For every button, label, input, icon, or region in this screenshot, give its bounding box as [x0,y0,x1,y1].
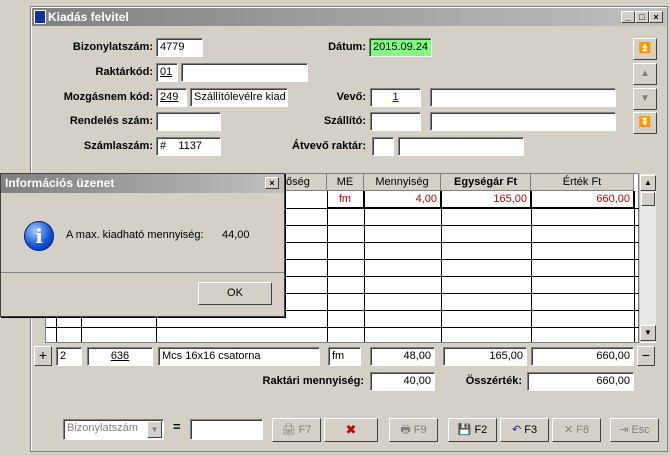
grid-header-me: ME [327,174,364,191]
printer-icon: 🖶 [400,424,414,436]
remove-row-button[interactable]: − [637,346,655,366]
entry-sor-field[interactable]: 2 [56,347,82,366]
scroll-up-icon[interactable]: ▲ [640,175,656,191]
ok-button[interactable]: OK [198,282,272,305]
maximize-button[interactable]: □ [635,11,649,23]
add-row-button[interactable]: + [34,346,52,366]
scroll-down-icon[interactable]: ▼ [640,325,656,341]
row1-me[interactable]: fm [327,191,364,208]
next-record-icon[interactable]: ▼ [633,88,657,110]
grid-header-egysegar: Egységár Ft [441,174,531,191]
vevo-label: Vevő: [336,91,366,103]
chevron-down-icon[interactable]: ▼ [147,421,162,438]
close-button[interactable]: × [649,11,663,23]
vevo-kod-field[interactable]: 1 [370,88,421,107]
dialog-divider [1,272,284,273]
dialog-close-button[interactable]: × [265,177,279,189]
equals-sign: = [173,419,181,434]
entry-megnevezes-field[interactable]: Mcs 16x16 csatorna [158,347,320,366]
atvevo-name-field[interactable] [398,137,524,156]
search-value-field[interactable] [190,419,263,440]
raktari-label: Raktári mennyiség: [262,375,364,387]
mozgasnem-label: Mozgásnem kód: [63,91,153,103]
prev-record-icon[interactable]: ▲ [633,63,657,85]
atvevo-kod-field[interactable] [372,137,394,156]
f7-button[interactable]: 🖨 F7 [272,418,321,442]
info-icon: i [24,221,54,251]
grid-column-line [364,191,365,342]
save-icon: 💾 [457,424,475,436]
first-record-icon[interactable]: ⏫ [633,38,657,60]
grid-column-line [327,191,328,342]
raktarkod-field[interactable]: 01 [156,63,178,82]
search-button[interactable]: ✖ [324,418,378,442]
row1-egysegar[interactable]: 165,00 [441,191,531,208]
entry-mennyiseg-field[interactable]: 48,00 [370,347,435,366]
last-record-icon[interactable]: ⏬ [633,112,657,134]
szallito-label: Szállító: [323,115,366,127]
szamlaszam-field[interactable]: # 1137 [156,137,221,156]
osszertek-field[interactable]: 660,00 [527,372,634,391]
grid-row-line [46,327,639,328]
undo-f3-button[interactable]: ↶ F3 [500,418,549,442]
app-icon [34,10,46,24]
datum-label: Dátum: [328,41,366,53]
rendeles-label: Rendelés szám: [69,115,153,127]
bizonylatszam-field[interactable]: 4779 [156,38,203,57]
f9-button[interactable]: 🖶 F9 [389,418,438,442]
mozgasnem-name-field[interactable]: Szállítólevélre kiad [190,88,288,107]
grid-column-line [531,191,532,342]
atvevo-label: Átvevő raktár: [292,140,366,152]
window-title: Kiadás felvitel [32,8,666,26]
raktar-name-field[interactable] [181,63,308,82]
rendeles-field[interactable] [156,112,221,131]
binoculars-icon: ✖ [345,422,357,437]
row1-mennyiseg[interactable]: 4,00 [364,191,441,208]
delete-icon: ✕ [563,424,577,436]
bizonylatszam-label: Bizonylatszám: [72,41,153,53]
exit-esc-button[interactable]: ⇥ Esc [610,418,659,442]
grid-column-line [441,191,442,342]
entry-me-field[interactable]: fm [328,347,361,366]
minimize-button[interactable]: _ [621,11,635,23]
entry-egysegar-field[interactable]: 165,00 [443,347,527,366]
szallito-kod-field[interactable] [370,112,421,131]
osszertek-label: Összérték: [465,375,522,387]
row1-ertek[interactable]: 660,00 [531,191,634,208]
dialog-value: 44,00 [222,229,250,241]
save-f2-button[interactable]: 💾 F2 [448,418,497,442]
grid-column-line [634,191,635,342]
datum-field[interactable]: 2015.09.24 [369,38,432,57]
szallito-name-field[interactable] [430,112,616,131]
delete-f8-button[interactable]: ✕ F8 [552,418,601,442]
mozgasnem-kod-field[interactable]: 249 [156,88,187,107]
scroll-thumb[interactable] [641,192,655,206]
entry-cikkszam-field[interactable]: 636 [87,347,153,366]
raktari-field[interactable]: 40,00 [370,372,435,391]
szamlaszam-label: Számlaszám: [83,140,153,152]
undo-icon: ↶ [511,424,525,436]
exit-icon: ⇥ [619,424,632,436]
raktarkod-label: Raktárkód: [95,66,153,78]
grid-header-mennyiseg: Mennyiség [364,174,441,191]
print-preview-icon: 🖨 [281,424,299,436]
vevo-name-field[interactable] [430,88,616,107]
grid-header-ertek: Érték Ft [531,174,634,191]
dialog-message: A max. kiadható mennyiség: [66,229,204,241]
entry-ertek-field[interactable]: 660,00 [531,347,634,366]
dialog-title: Információs üzenet [1,174,284,193]
